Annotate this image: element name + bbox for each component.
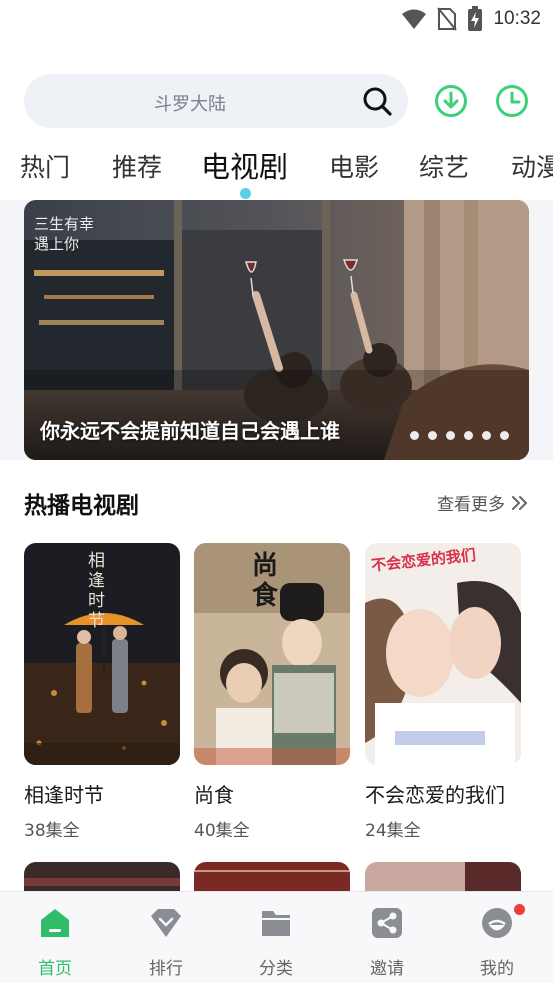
battery-charging-icon — [468, 6, 483, 31]
search-row: 斗罗大陆 — [24, 74, 534, 128]
nav-invite-label: 邀请 — [370, 959, 404, 979]
banner-poster-title: 三生有幸遇上你 — [34, 215, 95, 253]
nav-home-label: 首页 — [38, 959, 72, 979]
see-more-link[interactable]: 查看更多 — [437, 490, 529, 515]
double-chevron-right-icon — [512, 495, 527, 510]
status-icons: 10:32 — [401, 6, 541, 32]
tab-variety[interactable]: 综艺 — [419, 148, 469, 184]
nav-profile-label: 我的 — [480, 959, 514, 979]
rank-icon — [151, 909, 181, 937]
section-header: 热播电视剧 查看更多 — [24, 484, 529, 520]
download-icon[interactable] — [434, 84, 468, 118]
search-placeholder: 斗罗大陆 — [154, 94, 226, 115]
drama-card[interactable]: 尚食 尚食 40集全 — [194, 543, 350, 841]
drama-card[interactable]: 不会恋爱的我们 不会恋爱的我们 24集全 — [365, 543, 521, 841]
drama-title[interactable]: 不会恋爱的我们 — [365, 779, 521, 808]
notification-badge — [514, 904, 525, 915]
status-bar: 10:32 — [0, 0, 553, 38]
tab-movie[interactable]: 电影 — [329, 148, 379, 184]
poster-title-text: 相逢时节 — [88, 551, 105, 631]
banner-pagination — [410, 431, 509, 440]
tab-anime[interactable]: 动漫 — [511, 148, 553, 184]
nav-rank[interactable]: 排行 — [121, 906, 211, 979]
hero-banner[interactable]: 三生有幸遇上你 你永远不会提前知道自己会遇上谁 — [24, 200, 529, 460]
drama-title[interactable]: 尚食 — [194, 779, 350, 808]
history-clock-icon[interactable] — [495, 84, 529, 118]
nav-invite[interactable]: 邀请 — [342, 906, 432, 979]
drama-episodes: 40集全 — [194, 821, 250, 841]
status-time: 10:32 — [493, 8, 541, 29]
see-more-label: 查看更多 — [437, 495, 505, 515]
banner-dot[interactable] — [464, 431, 473, 440]
banner-dot[interactable] — [482, 431, 491, 440]
nav-profile[interactable]: 我的 — [452, 904, 542, 979]
banner-caption: 你永远不会提前知道自己会遇上谁 — [40, 419, 340, 443]
tab-recommend[interactable]: 推荐 — [112, 148, 162, 184]
drama-poster[interactable]: 尚食 — [194, 543, 350, 765]
banner-dot[interactable] — [446, 431, 455, 440]
nav-category[interactable]: 分类 — [231, 906, 321, 979]
banner-dot[interactable] — [428, 431, 437, 440]
banner-dot[interactable] — [410, 431, 419, 440]
active-tab-indicator — [240, 188, 251, 199]
wifi-icon — [402, 9, 427, 29]
home-icon — [41, 909, 69, 937]
tab-tv-series[interactable]: 电视剧 — [201, 144, 288, 186]
banner-dot[interactable] — [500, 431, 509, 440]
drama-card[interactable]: 相逢时节 相逢时节 38集全 — [24, 543, 180, 841]
poster-image — [365, 543, 521, 765]
search-box[interactable]: 斗罗大陆 — [24, 74, 408, 128]
drama-poster[interactable]: 不会恋爱的我们 — [365, 543, 521, 765]
drama-title[interactable]: 相逢时节 — [24, 779, 180, 808]
poster-title-text: 尚食 — [252, 551, 279, 611]
folder-icon — [262, 911, 290, 936]
tab-hot[interactable]: 热门 — [20, 148, 70, 184]
share-icon — [372, 908, 402, 938]
bottom-navigation: 首页 排行 分类 邀请 我的 — [0, 891, 553, 983]
search-icon[interactable] — [362, 86, 392, 116]
nav-category-label: 分类 — [259, 959, 293, 979]
drama-episodes: 24集全 — [365, 821, 421, 841]
no-sim-icon — [437, 7, 458, 31]
category-tabs: 热门 推荐 电视剧 电影 综艺 动漫 — [0, 144, 553, 200]
nav-home[interactable]: 首页 — [10, 906, 100, 979]
drama-episodes: 38集全 — [24, 821, 80, 841]
nav-rank-label: 排行 — [149, 959, 183, 979]
drama-poster[interactable]: 相逢时节 — [24, 543, 180, 765]
profile-icon — [482, 908, 512, 938]
section-title: 热播电视剧 — [24, 493, 139, 519]
